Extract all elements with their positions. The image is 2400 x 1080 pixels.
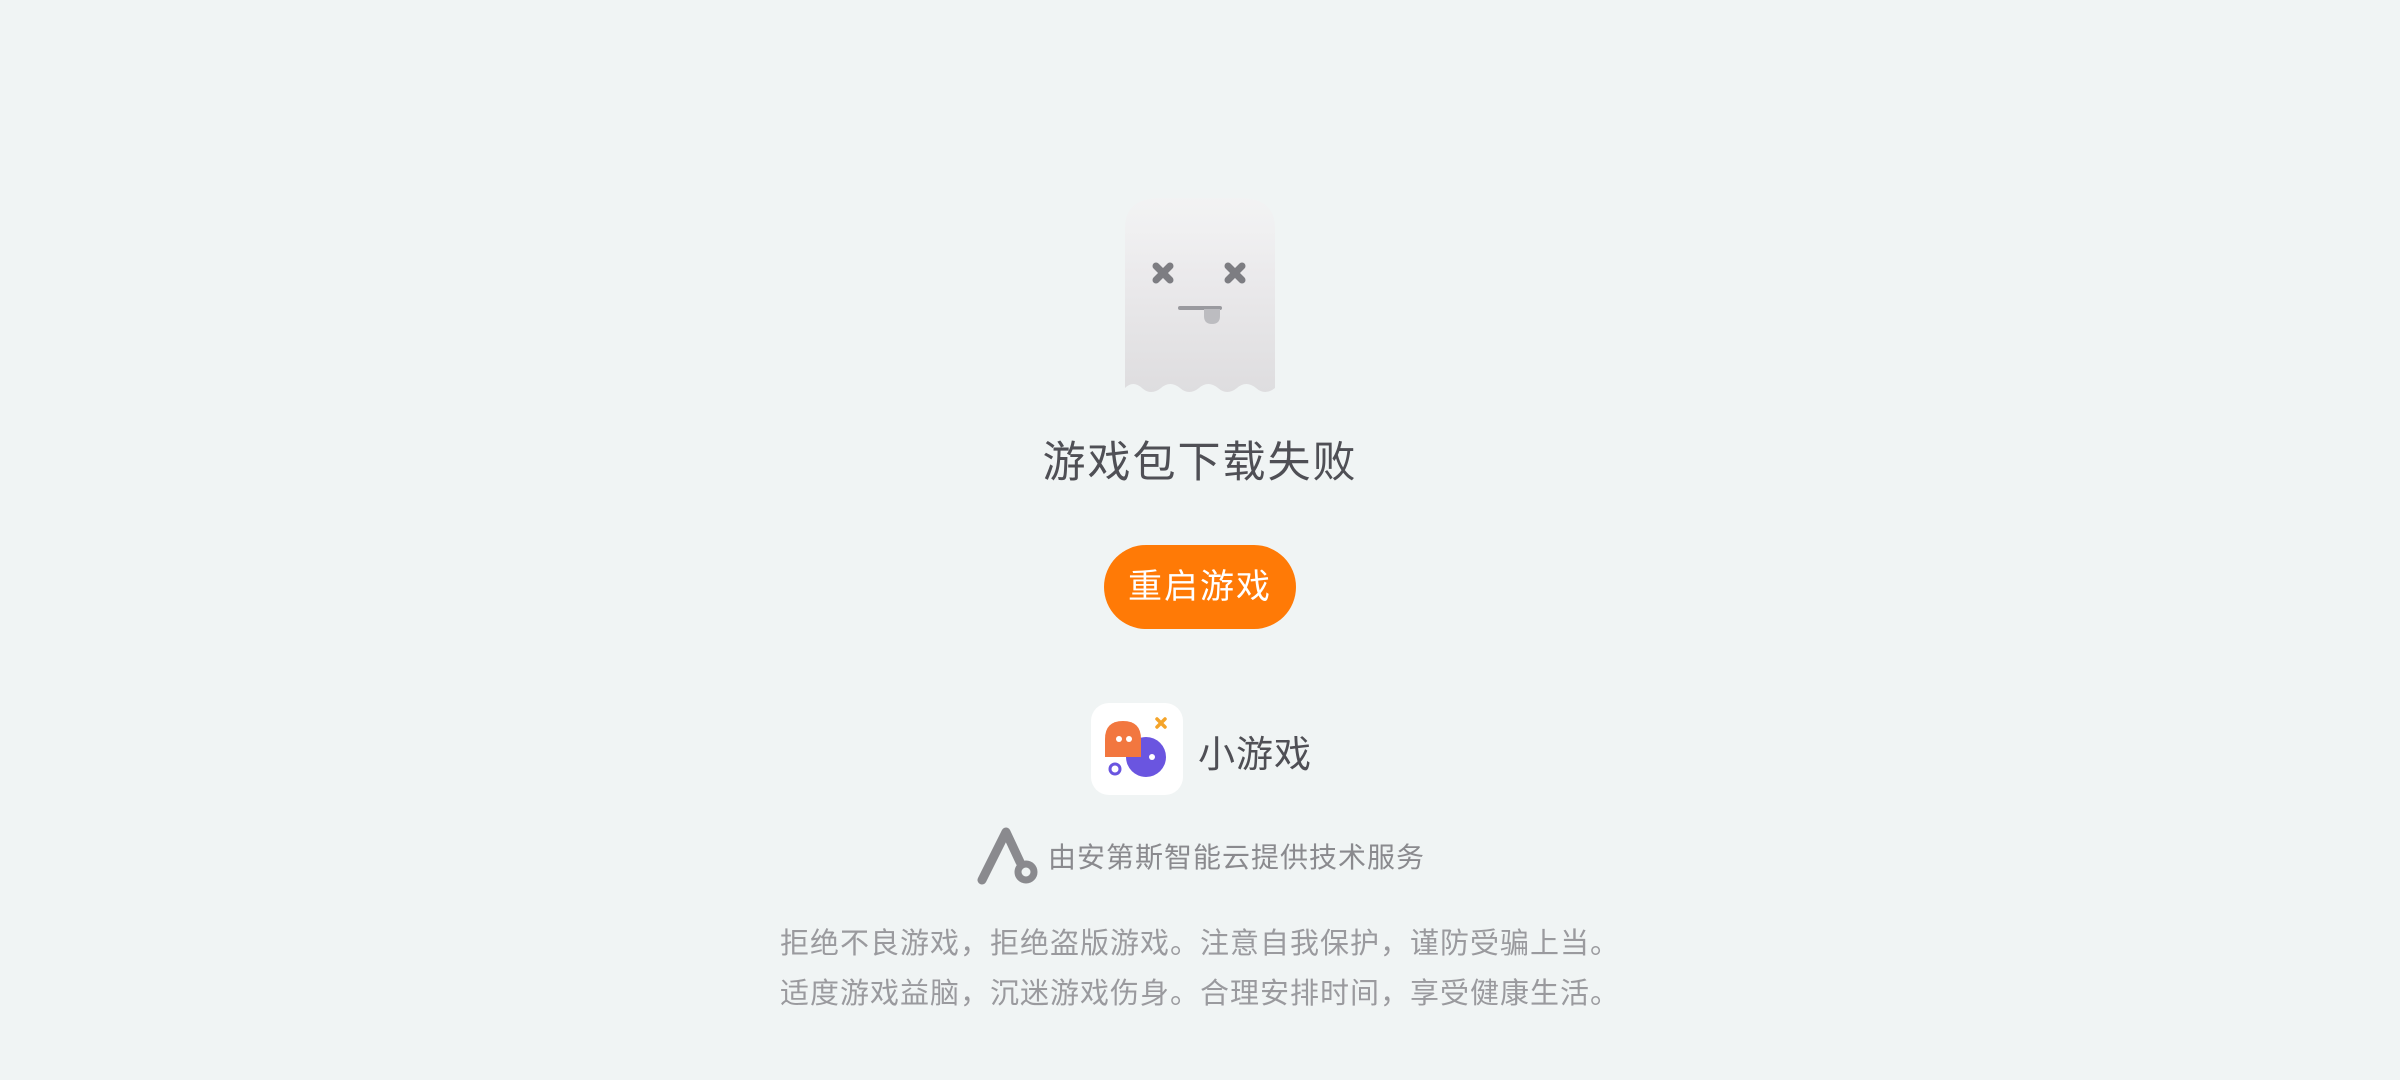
health-notice-line-1: 拒绝不良游戏，拒绝盗版游戏。注意自我保护，谨防受骗上当。 [779,926,1620,960]
restart-game-button[interactable]: 重启游戏 [1104,545,1296,629]
ghost-dead-icon [1120,198,1280,398]
error-message: 游戏包下载失败 [1042,438,1358,488]
provider-text: 由安第斯智能云提供技术服务 [1048,841,1426,874]
mini-game-app-icon [1091,703,1183,795]
provider-credit: 由安第斯智能云提供技术服务 [976,826,1425,886]
app-name: 小游戏 [1198,733,1312,776]
download-failed-page: 游戏包下载失败 重启游戏 小游戏 由安第斯智能云提供技术服务 拒绝不良游戏，拒绝… [0,0,2400,1080]
health-notice-line-2: 适度游戏益脑，沉迷游戏伤身。合理安排时间，享受健康生活。 [779,976,1620,1010]
androidcloud-logo-icon [976,826,1040,886]
